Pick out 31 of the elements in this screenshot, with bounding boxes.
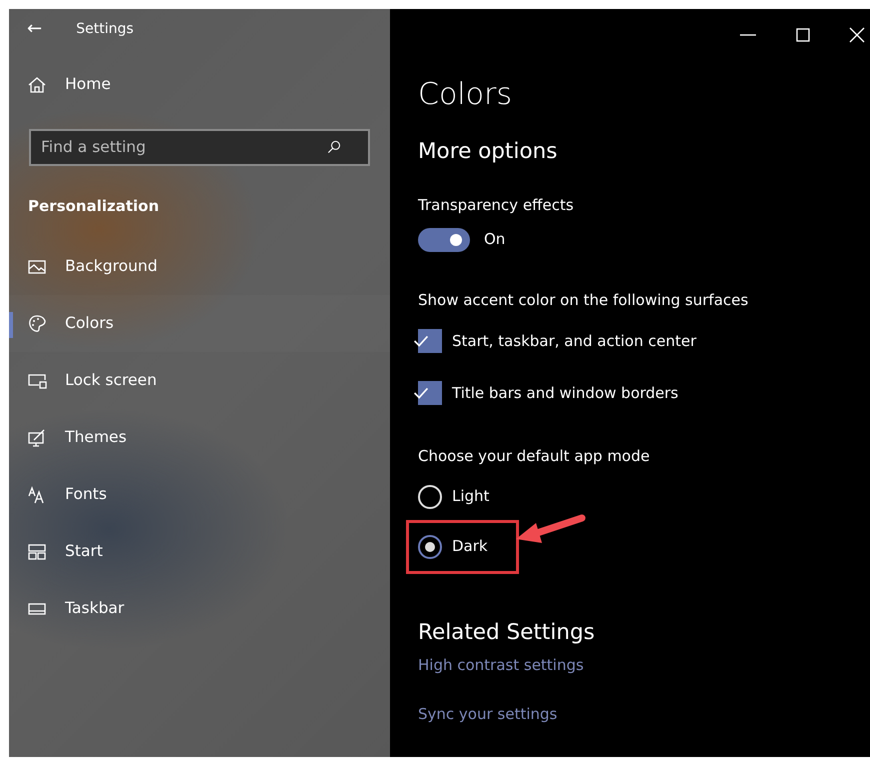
sidebar-item[interactable]: Fonts [9,466,390,523]
palette-icon [27,314,47,334]
tiles-icon [27,542,47,562]
toggle-switch[interactable] [418,228,470,252]
settings-link[interactable]: High contrast settings [418,654,584,676]
setting-label: Transparency effects [418,195,575,216]
section-heading: Related Settings [418,618,596,646]
sidebar-item[interactable]: Background [9,238,390,295]
back-button[interactable]: ← [27,19,42,39]
toggle-state: On [484,229,506,250]
setting-label: Choose your default app mode [418,446,651,467]
sidebar-item[interactable]: Lock screen [9,352,390,409]
search-field[interactable]: Find a setting [29,129,370,166]
sidebar-item[interactable]: Taskbar [9,580,390,637]
checkbox-label: Title bars and window borders [452,382,678,404]
sidebar-item[interactable]: Themes [9,409,390,466]
radio-label: Dark [452,536,488,558]
section-heading: Personalization [28,196,160,216]
page-title: Colors [418,76,512,114]
radio-button[interactable] [418,534,442,558]
section-heading: More options [418,138,558,166]
sidebar-item[interactable]: Start [9,523,390,580]
setting-label: Show accent color on the following surfaces [418,290,750,310]
home-icon [27,74,47,94]
home-link[interactable]: Home [65,72,111,96]
settings-link[interactable]: Sync your settings [418,702,558,725]
radio-label: Light [452,486,490,508]
brush-icon [27,428,47,448]
window-title: Settings [76,20,134,38]
search-icon [326,139,342,155]
checkbox-label: Start, taskbar, and action center [452,330,696,352]
